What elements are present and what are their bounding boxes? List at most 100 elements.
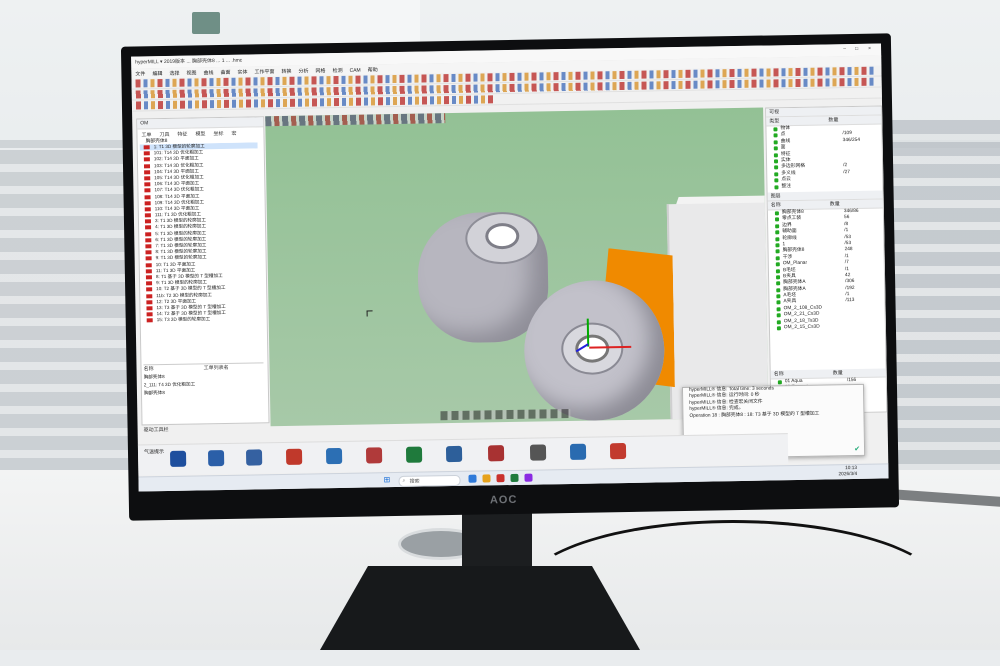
- menu-item[interactable]: 曲面: [220, 69, 230, 76]
- job-label: 5: T1 3D 模型的轮廓加工: [155, 229, 207, 236]
- visible-check-icon[interactable]: [776, 319, 781, 324]
- app-icon-4[interactable]: [285, 448, 303, 465]
- taskbar-app-icon[interactable]: [524, 473, 533, 482]
- visible-check-icon[interactable]: [773, 152, 778, 157]
- menu-item[interactable]: 编辑: [152, 70, 162, 77]
- visible-check-icon[interactable]: [773, 133, 778, 138]
- visible-check-icon[interactable]: [775, 249, 780, 254]
- app-icon-2[interactable]: [207, 450, 225, 467]
- tree-item-label: A夹具: [783, 299, 797, 305]
- visible-check-icon[interactable]: [776, 313, 781, 318]
- menu-item[interactable]: 分析: [298, 67, 308, 74]
- menu-item[interactable]: 网格: [315, 67, 325, 74]
- job-list: 1: T1 3D 模型的轮廓加工 101: T14 3D 优化粗加工 102: T1…: [139, 142, 262, 354]
- visible-check-icon[interactable]: [775, 243, 780, 248]
- visible-check-icon[interactable]: [773, 159, 779, 164]
- visible-check-icon[interactable]: [774, 184, 779, 189]
- job-label: 7: T1 3D 模型的轮廓加工: [155, 242, 207, 249]
- visible-check-icon[interactable]: [775, 256, 780, 261]
- visible-check-icon[interactable]: [775, 217, 780, 222]
- job-browser-panel: OM 工单 刀具 特征 模型 坐标宏 胸部壳体8 1: T1 3D 模型的轮廓加工 101…: [136, 116, 270, 426]
- visible-check-icon[interactable]: [774, 165, 779, 170]
- app-icon-3[interactable]: [245, 449, 263, 466]
- visible-check-icon[interactable]: [774, 211, 779, 216]
- job-label: 10: T1 3D 平面加工: [155, 261, 196, 267]
- menu-item[interactable]: 帮助: [368, 66, 378, 73]
- taskbar-app-icon[interactable]: [468, 474, 477, 483]
- app-icon-11[interactable]: [569, 443, 587, 460]
- menu-item[interactable]: CAM: [350, 68, 361, 74]
- minimize-icon[interactable]: –: [843, 46, 846, 52]
- tree-item[interactable]: OM_2_15_Cs3D: [770, 323, 885, 331]
- menu-item[interactable]: 转换: [281, 68, 291, 75]
- visible-check-icon[interactable]: [776, 275, 781, 280]
- menu-item[interactable]: 视图: [186, 69, 196, 76]
- visible-check-icon[interactable]: [773, 140, 778, 145]
- visible-check-icon[interactable]: [776, 287, 781, 293]
- menu-item[interactable]: 文件: [135, 70, 145, 77]
- tree-item-label: OM_2_18_Ts3D: [783, 318, 819, 324]
- footer-row[interactable]: 胸部壳体8: [144, 372, 264, 380]
- search-input[interactable]: ⌕ 搜索: [398, 474, 461, 487]
- excel-icon[interactable]: [405, 446, 423, 463]
- footer-row[interactable]: 2_111: T4 3D 优化粗加工: [144, 380, 264, 388]
- footer-row[interactable]: 胸部壳体8: [144, 388, 264, 396]
- weather-widget[interactable]: 气温提示: [144, 448, 184, 471]
- app-icon-9[interactable]: [487, 445, 505, 462]
- tree-item-label: 轮廓线: [782, 235, 797, 241]
- app-icon-12[interactable]: [609, 443, 627, 460]
- menu-item[interactable]: 选择: [169, 70, 179, 77]
- job-icon: [145, 244, 152, 249]
- 3d-viewport[interactable]: [265, 107, 769, 427]
- taskbar-app-icon[interactable]: [496, 474, 505, 483]
- visible-check-icon[interactable]: [775, 224, 780, 229]
- layer-section: 图层 名称 数量 胸部壳体8 346/86 零点工装 56 边界/8 辅助面/1 轮廓线/5…: [767, 190, 885, 331]
- visible-check-icon[interactable]: [774, 172, 779, 177]
- job-list-item[interactable]: 15: T3 3D 模型的轮廓加工: [143, 316, 261, 324]
- job-label: 15: T3 3D 模型的轮廓加工: [156, 316, 211, 323]
- visible-check-icon[interactable]: [774, 178, 779, 183]
- viewport-toolbar[interactable]: [265, 113, 446, 127]
- app-icon-6[interactable]: [365, 447, 383, 464]
- visible-check-icon[interactable]: [775, 230, 780, 235]
- visible-check-icon[interactable]: [776, 281, 781, 286]
- app-icon-10[interactable]: [529, 444, 547, 461]
- visible-check-icon[interactable]: [775, 262, 780, 267]
- confirm-icon[interactable]: ✔: [854, 445, 860, 453]
- menu-item[interactable]: 曲线: [203, 69, 213, 76]
- start-icon[interactable]: ⊞: [383, 475, 390, 484]
- view-toolbar[interactable]: [440, 408, 571, 421]
- panel-tab[interactable]: 宏: [231, 130, 236, 137]
- job-label: 8: T1 基于 3D 模型的 T 型槽加工: [155, 272, 223, 280]
- visible-check-icon[interactable]: [775, 236, 780, 241]
- app-icon-8[interactable]: [445, 445, 463, 463]
- job-icon: [146, 299, 153, 305]
- visible-check-icon[interactable]: [776, 326, 781, 331]
- visible-check-icon[interactable]: [776, 307, 781, 312]
- panel-tab[interactable]: 特征: [177, 131, 187, 138]
- panel-tab[interactable]: 模型: [195, 130, 205, 137]
- job-label: 105: T14 3D 优化粗加工: [154, 174, 204, 181]
- job-icon: [146, 287, 153, 292]
- taskbar-app-icon[interactable]: [510, 473, 519, 483]
- tree-item[interactable]: 整注: [767, 182, 882, 190]
- menu-item[interactable]: 工作平面: [254, 68, 274, 75]
- visible-check-icon[interactable]: [773, 146, 778, 151]
- visible-check-icon[interactable]: [776, 294, 781, 299]
- job-icon: [145, 250, 152, 255]
- visible-check-icon[interactable]: [775, 268, 780, 273]
- app-icon-5[interactable]: [325, 447, 343, 465]
- panel-tab[interactable]: 坐标: [213, 130, 223, 137]
- menu-item[interactable]: 检测: [332, 67, 342, 74]
- tree-item-label: 零点工装: [781, 216, 802, 222]
- screen: hyperMILL ▾ 2019版本 ... 胸部壳体8 ... 1 ... .…: [131, 43, 889, 492]
- visible-check-icon[interactable]: [773, 127, 778, 132]
- menu-item[interactable]: 实体: [237, 69, 247, 76]
- clock[interactable]: 10:13 2026/3/4: [838, 466, 857, 478]
- file-explorer-icon[interactable]: [482, 474, 491, 483]
- visible-check-icon[interactable]: [777, 380, 782, 385]
- close-icon[interactable]: ×: [868, 46, 871, 52]
- maximize-icon[interactable]: □: [855, 46, 858, 52]
- job-label: 103: T14 3D 优化粗加工: [153, 161, 204, 168]
- visible-check-icon[interactable]: [776, 300, 781, 305]
